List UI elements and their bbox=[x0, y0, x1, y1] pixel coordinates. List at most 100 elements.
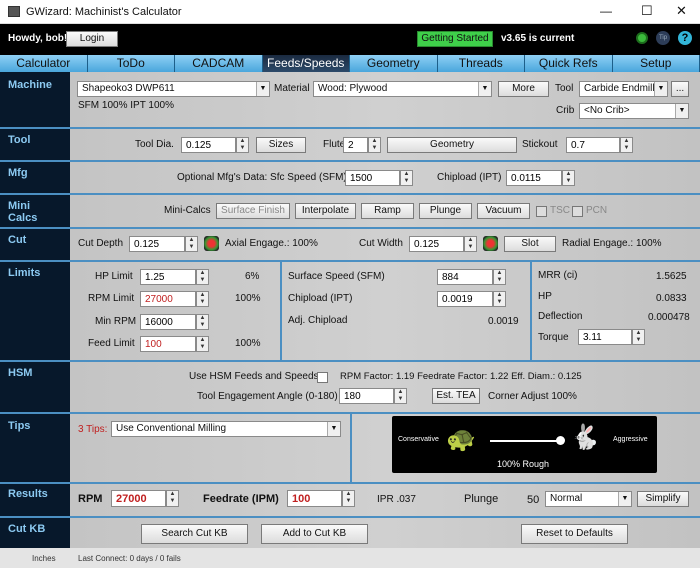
cut-width-stepper[interactable]: ▲ ▼ bbox=[464, 236, 477, 252]
feedrate-stepper[interactable]: ▲ ▼ bbox=[342, 490, 355, 507]
tab-feeds-speeds[interactable]: Feeds/Speeds bbox=[262, 55, 350, 72]
tips-count: 3 Tips: bbox=[78, 424, 108, 435]
tea-stepper[interactable]: ▲ ▼ bbox=[394, 388, 407, 404]
section-sidebar: Machine Tool Mfg Mini Calcs Cut Limits H… bbox=[0, 72, 70, 548]
reset-defaults-button[interactable]: Reset to Defaults bbox=[521, 524, 628, 544]
tea-input[interactable] bbox=[339, 388, 394, 404]
tool-dia-input[interactable] bbox=[181, 137, 236, 153]
material-select[interactable]: Wood: Plywood ▼ bbox=[313, 81, 492, 97]
flutes-stepper[interactable]: ▲ ▼ bbox=[368, 137, 381, 153]
search-cut-kb-button[interactable]: Search Cut KB bbox=[141, 524, 248, 544]
geometry-button[interactable]: Geometry bbox=[387, 137, 517, 153]
cut-depth-input[interactable] bbox=[129, 236, 185, 252]
surface-speed-input[interactable] bbox=[437, 269, 493, 285]
sizes-button[interactable]: Sizes bbox=[256, 137, 306, 153]
minimize-button[interactable]: — bbox=[600, 4, 612, 18]
close-button[interactable]: ✕ bbox=[676, 3, 687, 19]
sfc-speed-input[interactable] bbox=[345, 170, 400, 186]
cut-depth-stepper[interactable]: ▲ ▼ bbox=[185, 236, 198, 252]
tab-threads[interactable]: Threads bbox=[437, 55, 525, 72]
surface-finish-button[interactable]: Surface Finish bbox=[216, 203, 290, 219]
adj-chipload-label: Adj. Chipload bbox=[288, 315, 348, 326]
mode-select[interactable]: Normal ▼ bbox=[545, 491, 632, 507]
stickout-label: Stickout bbox=[522, 139, 558, 150]
chipload-label: Chipload (IPT) bbox=[288, 293, 353, 304]
pcn-label: PCN bbox=[586, 205, 608, 216]
simplify-button[interactable]: Simplify bbox=[637, 491, 689, 507]
min-rpm-stepper[interactable]: ▲ ▼ bbox=[196, 314, 209, 330]
rpm-limit-stepper[interactable]: ▲ ▼ bbox=[196, 291, 209, 307]
vacuum-button[interactable]: Vacuum bbox=[477, 203, 530, 219]
plunge-button[interactable]: Plunge bbox=[419, 203, 472, 219]
hp-limit-input[interactable] bbox=[140, 269, 196, 285]
stickout-stepper[interactable]: ▲ ▼ bbox=[620, 137, 633, 153]
tool-dia-label: Tool Dia. bbox=[135, 139, 174, 150]
aggressiveness-slider-handle[interactable] bbox=[556, 436, 565, 445]
mfg-chipload-stepper[interactable]: ▲ ▼ bbox=[562, 170, 575, 186]
tab-setup[interactable]: Setup bbox=[612, 55, 700, 72]
engagement-icon[interactable] bbox=[204, 236, 219, 251]
tsc-checkbox[interactable] bbox=[536, 206, 547, 217]
rpm-input[interactable] bbox=[111, 490, 166, 507]
use-hsm-checkbox[interactable] bbox=[317, 372, 328, 383]
sfc-speed-stepper[interactable]: ▲ ▼ bbox=[400, 170, 413, 186]
chevron-down-icon: ▼ bbox=[675, 104, 688, 118]
crib-value: <No Crib> bbox=[584, 105, 630, 116]
engagement-icon[interactable] bbox=[483, 236, 498, 251]
tab-quick-refs[interactable]: Quick Refs bbox=[525, 55, 613, 72]
machine-select[interactable]: Shapeoko3 DWP611 ▼ bbox=[77, 81, 270, 97]
chipload-stepper[interactable]: ▲ ▼ bbox=[493, 291, 506, 307]
stickout-input[interactable] bbox=[566, 137, 620, 153]
rpm-label: RPM bbox=[78, 493, 103, 505]
torque-input[interactable] bbox=[578, 329, 632, 345]
tab-todo[interactable]: ToDo bbox=[87, 55, 175, 72]
divider bbox=[350, 414, 352, 482]
interpolate-button[interactable]: Interpolate bbox=[295, 203, 356, 219]
aggressiveness-slider-track[interactable] bbox=[490, 440, 560, 442]
tips-select[interactable]: Use Conventional Milling ▼ bbox=[111, 421, 341, 437]
divider bbox=[0, 127, 700, 129]
min-rpm-label: Min RPM bbox=[95, 316, 137, 327]
est-tea-button[interactable]: Est. TEA bbox=[432, 388, 480, 404]
turtle-icon: 🐢 bbox=[446, 426, 476, 453]
ramp-button[interactable]: Ramp bbox=[361, 203, 414, 219]
more-button[interactable]: More bbox=[498, 81, 549, 97]
divider bbox=[0, 360, 700, 362]
tab-bar: Calculator ToDo CADCAM Feeds/Speeds Geom… bbox=[0, 55, 700, 72]
section-mfg: Mfg bbox=[8, 167, 28, 179]
mfg-chipload-input[interactable] bbox=[506, 170, 562, 186]
surface-speed-stepper[interactable]: ▲ ▼ bbox=[493, 269, 506, 285]
tool-dia-stepper[interactable]: ▲ ▼ bbox=[236, 137, 249, 153]
tab-calculator[interactable]: Calculator bbox=[0, 55, 88, 72]
login-button[interactable]: Login bbox=[66, 31, 118, 47]
tab-geometry[interactable]: Geometry bbox=[350, 55, 438, 72]
rpm-limit-input[interactable] bbox=[140, 291, 196, 307]
crib-select[interactable]: <No Crib> ▼ bbox=[579, 103, 689, 119]
pcn-checkbox[interactable] bbox=[572, 206, 583, 217]
section-limits: Limits bbox=[8, 267, 41, 279]
material-value: Wood: Plywood bbox=[318, 83, 388, 94]
hp-limit-stepper[interactable]: ▲ ▼ bbox=[196, 269, 209, 285]
cut-width-input[interactable] bbox=[409, 236, 464, 252]
feedrate-input[interactable] bbox=[287, 490, 342, 507]
tool-type-select[interactable]: Carbide Endmill ▼ bbox=[579, 81, 668, 97]
divider bbox=[0, 482, 700, 484]
min-rpm-input[interactable] bbox=[140, 314, 196, 330]
rpm-stepper[interactable]: ▲ ▼ bbox=[166, 490, 179, 507]
slot-button[interactable]: Slot bbox=[504, 236, 556, 252]
add-to-cut-kb-button[interactable]: Add to Cut KB bbox=[261, 524, 368, 544]
torque-stepper[interactable]: ▲ ▼ bbox=[632, 329, 645, 345]
tip-icon[interactable]: Tip bbox=[656, 31, 670, 45]
tool-options-button[interactable]: ... bbox=[671, 81, 689, 97]
maximize-button[interactable]: ☐ bbox=[641, 3, 653, 19]
help-icon[interactable]: ? bbox=[678, 31, 692, 45]
mrr-value: 1.5625 bbox=[656, 271, 687, 282]
tab-cadcam[interactable]: CADCAM bbox=[175, 55, 263, 72]
chevron-down-icon: ▼ bbox=[256, 82, 269, 96]
refresh-icon[interactable] bbox=[636, 32, 648, 44]
feed-limit-stepper[interactable]: ▲ ▼ bbox=[196, 336, 209, 352]
feed-limit-input[interactable] bbox=[140, 336, 196, 352]
flutes-input[interactable] bbox=[343, 137, 368, 153]
chipload-input[interactable] bbox=[437, 291, 493, 307]
getting-started-button[interactable]: Getting Started bbox=[417, 31, 493, 47]
